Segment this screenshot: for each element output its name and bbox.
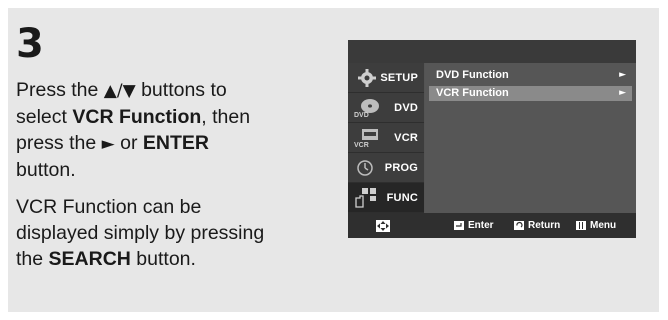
sidebar-item-vcr[interactable]: VCR VCR [348, 123, 424, 153]
step-number: 3 [16, 21, 44, 67]
enter-icon [454, 220, 464, 230]
return-hint: Return [514, 220, 560, 232]
osd-function-menu: DVD Function ► VCR Function ► [425, 63, 636, 213]
submenu-arrow-icon: ► [619, 70, 626, 80]
gear-icon [358, 69, 376, 87]
direction-pad-icon [376, 220, 390, 232]
sidebar-item-prog[interactable]: PROG [348, 153, 424, 183]
menu-item-dvd-function[interactable]: DVD Function ► [429, 68, 632, 83]
clock-icon [357, 160, 373, 176]
return-icon [514, 220, 524, 230]
enter-term: ENTER [142, 132, 209, 154]
instruction-text: Press the ▲/▼ buttons to select VCR Func… [16, 77, 326, 283]
sidebar-item-dvd[interactable]: DVD DVD [348, 93, 424, 123]
menu-hint: Menu [576, 220, 616, 232]
menu-item-vcr-function[interactable]: VCR Function ► [429, 86, 632, 101]
sidebar-item-func[interactable]: FUNC [348, 183, 424, 213]
search-term: SEARCH [48, 248, 131, 270]
svg-text:DVD: DVD [354, 112, 369, 119]
right-arrow-icon: ► [101, 134, 115, 154]
osd-sidebar: SETUP DVD DVD VCR VCR PROG FUNC [348, 63, 424, 213]
navigation-pad [376, 220, 394, 232]
up-down-arrows-icon: ▲/▼ [103, 81, 136, 101]
svg-text:VCR: VCR [354, 142, 369, 149]
osd-top-bar [348, 40, 636, 63]
sidebar-item-setup[interactable]: SETUP [348, 63, 424, 93]
enter-hint: Enter [454, 220, 494, 232]
dvd-disc-icon: DVD [354, 99, 379, 119]
on-screen-menu: SETUP DVD DVD VCR VCR PROG FUNC DVD Func… [348, 40, 636, 238]
osd-bottom-bar: Enter Return Menu [348, 213, 636, 238]
vcr-function-term: VCR Function [72, 106, 202, 128]
function-hand-icon [355, 188, 376, 208]
menu-icon [576, 220, 586, 230]
note-text: VCR Function can be displayed simply by … [16, 196, 265, 270]
step-instruction: Press the ▲/▼ buttons to select VCR Func… [16, 79, 251, 181]
submenu-arrow-icon: ► [619, 88, 626, 98]
vcr-tape-icon: VCR [354, 129, 378, 149]
